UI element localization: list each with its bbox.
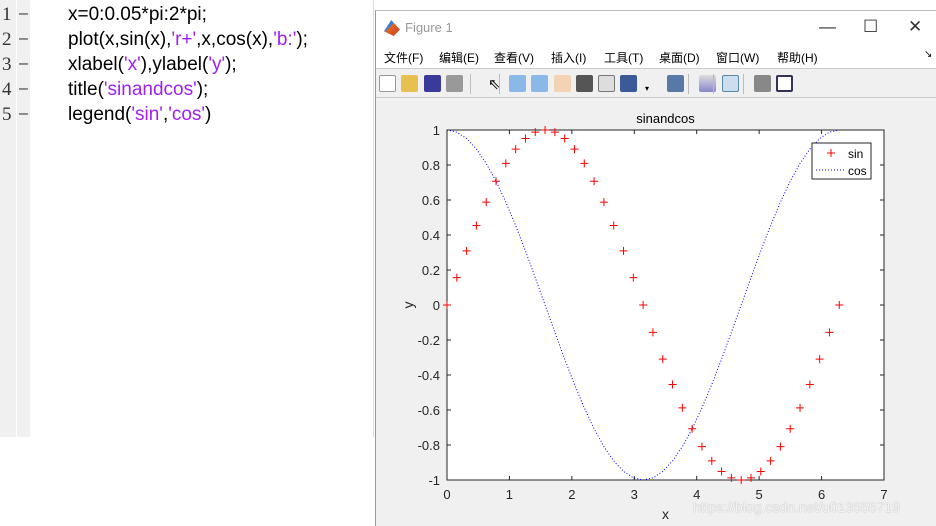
x-tick-label: 2: [568, 487, 575, 502]
y-tick-label: 0: [433, 298, 440, 313]
y-tick-label: -0.6: [418, 403, 440, 418]
y-tick-label: -1: [428, 473, 440, 488]
x-tick-label: 1: [506, 487, 513, 502]
y-tick-label: 0.8: [422, 158, 440, 173]
y-axis-label: y: [400, 302, 416, 309]
x-tick-label: 0: [443, 487, 450, 502]
watermark: https://blog.csdn.net/u013555719: [693, 499, 901, 515]
axes-box: [446, 129, 885, 481]
y-tick-label: 0.6: [422, 193, 440, 208]
x-axis-label: x: [662, 506, 669, 522]
y-tick-label: -0.2: [418, 333, 440, 348]
legend-cos-label: cos: [848, 164, 867, 178]
y-tick-label: 0.2: [422, 263, 440, 278]
y-tick-label: -0.4: [418, 368, 440, 383]
y-tick-label: -0.8: [418, 438, 440, 453]
y-tick-label: 1: [433, 123, 440, 138]
plot: 0 1 2 3 4 5 6 7-1-0.8-0.6-0.4-0.200.20.40.60.81…: [400, 111, 888, 522]
x-tick-label: 3: [631, 487, 638, 502]
y-tick-label: 0.4: [422, 228, 440, 243]
chart-title: sinandcos: [636, 111, 695, 126]
legend-sin-label: sin: [848, 147, 863, 161]
